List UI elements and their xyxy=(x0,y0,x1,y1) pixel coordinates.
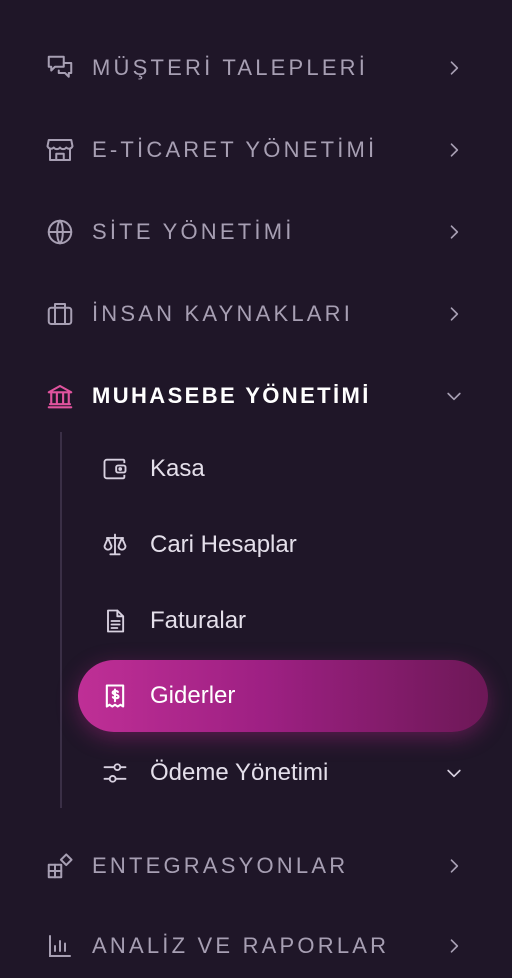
sidebar-section-analiz-raporlar[interactable]: ANALİZ VE RAPORLAR xyxy=(0,914,512,978)
sidebar-section-label: MÜŞTERİ TALEPLERİ xyxy=(92,55,369,80)
chevron-right-icon xyxy=(440,932,468,960)
chevron-right-icon xyxy=(440,136,468,164)
submenu-guide-line xyxy=(60,432,62,808)
sidebar-section-insan-kaynaklari[interactable]: İNSAN KAYNAKLARI xyxy=(0,282,512,346)
submenu-item-label: Giderler xyxy=(150,682,236,709)
bank-icon xyxy=(44,380,76,412)
sidebar: MÜŞTERİ TALEPLERİ E-TİCARET YÖNETİMİ SİT… xyxy=(0,0,512,958)
submenu-item-odeme-yonetimi[interactable]: Ödeme Yönetimi xyxy=(78,741,488,805)
chevron-right-icon xyxy=(440,54,468,82)
puzzle-blocks-icon xyxy=(44,850,76,882)
submenu-item-label: Kasa xyxy=(150,455,205,482)
chevron-right-icon xyxy=(440,218,468,246)
sidebar-section-musteri-talepleri[interactable]: MÜŞTERİ TALEPLERİ xyxy=(0,36,512,100)
submenu-item-cari-hesaplar[interactable]: Cari Hesaplar xyxy=(78,513,488,577)
sidebar-section-site-yonetimi[interactable]: SİTE YÖNETİMİ xyxy=(0,200,512,264)
wallet-icon xyxy=(100,454,130,484)
scale-icon xyxy=(100,530,130,560)
sidebar-section-muhasebe[interactable]: MUHASEBE YÖNETİMİ xyxy=(0,364,512,428)
sidebar-section-label: E-TİCARET YÖNETİMİ xyxy=(92,137,378,162)
submenu-item-giderler[interactable]: Giderler xyxy=(78,660,488,732)
sliders-icon xyxy=(100,758,130,788)
sidebar-section-e-ticaret[interactable]: E-TİCARET YÖNETİMİ xyxy=(0,118,512,182)
chat-bubbles-icon xyxy=(44,52,76,84)
submenu-item-kasa[interactable]: Kasa xyxy=(78,437,488,501)
globe-icon xyxy=(44,216,76,248)
receipt-dollar-icon xyxy=(100,681,130,711)
sidebar-section-label: SİTE YÖNETİMİ xyxy=(92,219,295,244)
bar-chart-icon xyxy=(44,930,76,962)
document-icon xyxy=(100,606,130,636)
chevron-down-icon xyxy=(440,759,468,787)
sidebar-section-label: ENTEGRASYONLAR xyxy=(92,853,349,878)
briefcase-icon xyxy=(44,298,76,330)
sidebar-section-entegrasyonlar[interactable]: ENTEGRASYONLAR xyxy=(0,834,512,898)
sidebar-section-label: İNSAN KAYNAKLARI xyxy=(92,301,354,326)
sidebar-section-label: MUHASEBE YÖNETİMİ xyxy=(92,383,371,408)
storefront-icon xyxy=(44,134,76,166)
submenu-item-label: Cari Hesaplar xyxy=(150,531,297,558)
submenu-item-label: Ödeme Yönetimi xyxy=(150,759,329,786)
submenu-item-label: Faturalar xyxy=(150,607,247,634)
chevron-down-icon xyxy=(440,382,468,410)
sidebar-section-label: ANALİZ VE RAPORLAR xyxy=(92,933,390,958)
chevron-right-icon xyxy=(440,852,468,880)
chevron-right-icon xyxy=(440,300,468,328)
submenu-item-faturalar[interactable]: Faturalar xyxy=(78,589,488,653)
